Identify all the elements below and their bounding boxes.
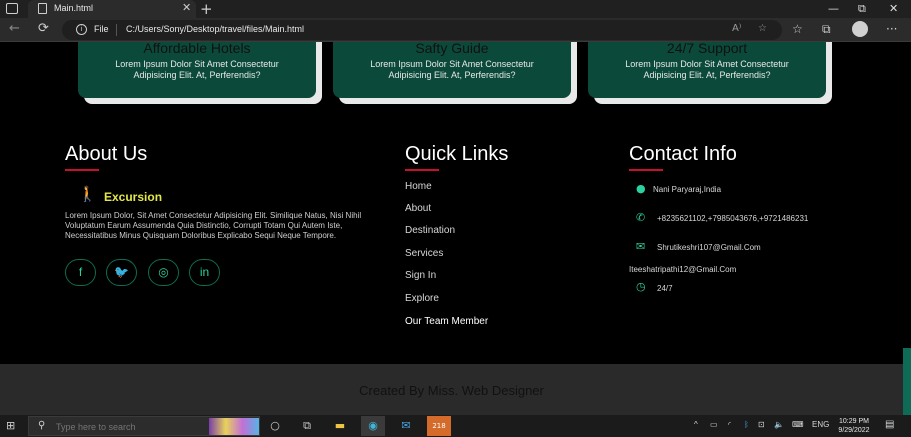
- card-text: Lorem Ipsum Dolor Sit Amet Consectetur A…: [625, 59, 789, 80]
- contact-email-1: Shrutikeshri107@Gmail.Com: [657, 243, 761, 252]
- quick-links-heading: Quick Links: [405, 143, 509, 165]
- back-button[interactable]: ←: [9, 21, 20, 37]
- tray-chevron-icon[interactable]: ^: [694, 420, 698, 429]
- card-text: Lorem Ipsum Dolor Sit Amet Consectetur A…: [370, 59, 534, 80]
- battery-icon[interactable]: ▭: [710, 420, 718, 429]
- email-icon: ✉: [636, 240, 646, 253]
- location-icon: ●: [636, 182, 646, 195]
- hiker-icon: 🚶: [78, 185, 97, 203]
- phone-icon: ✆: [636, 211, 646, 224]
- read-aloud-icon[interactable]: A⁾: [732, 23, 741, 34]
- new-tab-button[interactable]: +: [200, 0, 213, 18]
- contact-hours: 24/7: [657, 284, 673, 293]
- page-viewport: Affordable Hotels Lorem Ipsum Dolor Sit …: [0, 42, 911, 415]
- tab-main[interactable]: Main.html ✕: [28, 0, 196, 18]
- feature-card: Affordable Hotels Lorem Ipsum Dolor Sit …: [78, 42, 316, 98]
- clock-time: 10:29 PM: [839, 418, 869, 425]
- address-scheme: File: [94, 24, 109, 34]
- quick-links-underline: [405, 169, 439, 171]
- restore-button[interactable]: ⧉: [858, 1, 866, 17]
- facebook-icon[interactable]: f: [65, 259, 96, 286]
- more-menu-icon[interactable]: ···: [886, 21, 897, 37]
- about-text: Lorem Ipsum Dolor, Sit Amet Consectetur …: [65, 211, 362, 240]
- search-highlight-art: [209, 418, 259, 435]
- about-heading: About Us: [65, 143, 148, 165]
- card-title: Safty Guide: [415, 42, 489, 56]
- card-title: 24/7 Support: [666, 42, 748, 56]
- tab-close-button[interactable]: ✕: [182, 1, 191, 14]
- contact-email-2: Iteeshatripathi12@Gmail.Com: [629, 265, 737, 274]
- twitter-icon[interactable]: 🐦: [106, 259, 137, 286]
- collections-icon[interactable]: ⧉: [822, 21, 831, 37]
- linkedin-icon[interactable]: in: [189, 259, 220, 286]
- clock-date: 9/29/2022: [838, 427, 870, 434]
- address-url[interactable]: C:/Users/Sony/Desktop/travel/files/Main.…: [126, 24, 304, 34]
- start-windows-icon[interactable]: ⊞: [6, 420, 15, 432]
- browser-toolbar: ← ⟳ i File C:/Users/Sony/Desktop/travel/…: [0, 18, 911, 42]
- usb-icon[interactable]: ⊡: [758, 420, 765, 429]
- link-our-team-member[interactable]: Our Team Member: [405, 316, 488, 327]
- instagram-icon[interactable]: ◎: [148, 259, 179, 286]
- address-bar[interactable]: i File C:/Users/Sony/Desktop/travel/file…: [62, 20, 782, 40]
- bluetooth-icon[interactable]: ᛒ: [744, 420, 749, 429]
- card-text: Lorem Ipsum Dolor Sit Amet Consectetur A…: [115, 59, 279, 80]
- link-sign-in[interactable]: Sign In: [405, 270, 436, 281]
- notification-icon[interactable]: ▤: [885, 419, 894, 430]
- footer-credit: Created By Miss. Web Designer: [359, 383, 544, 398]
- tab-title: Main.html: [54, 3, 94, 13]
- refresh-button[interactable]: ⟳: [38, 21, 49, 37]
- link-explore[interactable]: Explore: [405, 293, 439, 304]
- mail-icon[interactable]: ✉: [394, 416, 418, 436]
- keyboard-icon[interactable]: ⌨: [792, 420, 804, 429]
- profile-avatar[interactable]: [852, 21, 868, 37]
- file-icon: [38, 3, 47, 14]
- contact-phone: +8235621102,+7985043676,+9721486231: [657, 214, 809, 223]
- edge-icon[interactable]: ◉: [361, 416, 385, 436]
- feature-card: 24/7 Support Lorem Ipsum Dolor Sit Amet …: [588, 42, 826, 98]
- tab-actions-icon[interactable]: [6, 3, 18, 14]
- add-favorite-icon[interactable]: ☆: [758, 23, 767, 34]
- contact-heading: Contact Info: [629, 143, 737, 165]
- feature-card: Safty Guide Lorem Ipsum Dolor Sit Amet C…: [333, 42, 571, 98]
- favorites-icon[interactable]: ☆: [792, 21, 803, 37]
- file-explorer-icon[interactable]: ▬: [328, 416, 352, 436]
- app-badge-icon[interactable]: 218: [427, 416, 451, 436]
- link-services[interactable]: Services: [405, 248, 443, 259]
- cortana-icon[interactable]: ○: [263, 416, 287, 436]
- minimize-button[interactable]: —: [828, 1, 839, 17]
- clock-icon: ◷: [636, 280, 646, 293]
- search-icon: ⚲: [38, 420, 46, 431]
- volume-icon[interactable]: 🔈: [774, 420, 784, 429]
- close-window-button[interactable]: ✕: [889, 1, 898, 17]
- language-indicator[interactable]: ENG: [812, 420, 829, 429]
- brand-name: Excursion: [104, 190, 163, 204]
- taskbar-search-input[interactable]: [56, 420, 226, 433]
- contact-underline: [629, 169, 663, 171]
- network-icon[interactable]: ◜: [728, 420, 731, 429]
- windows-taskbar: ⊞ ⚲ ○ ⧉ ▬ ◉ ✉ 218 ^ ▭ ◜ ᛒ ⊡ 🔈 ⌨ ENG 10:2…: [0, 415, 911, 437]
- card-title: Affordable Hotels: [143, 42, 251, 56]
- contact-address: Nani Paryaraj,India: [653, 185, 722, 194]
- about-underline: [65, 169, 99, 171]
- address-divider: [116, 24, 117, 36]
- task-view-icon[interactable]: ⧉: [295, 416, 319, 436]
- footer-credit-bar: Created By Miss. Web Designer: [0, 364, 903, 415]
- site-info-icon[interactable]: i: [76, 24, 87, 35]
- taskbar-clock[interactable]: 10:29 PM 9/29/2022: [828, 417, 880, 435]
- page-scrollbar-thumb[interactable]: [903, 348, 911, 415]
- link-home[interactable]: Home: [405, 181, 432, 192]
- taskbar-search[interactable]: ⚲: [28, 416, 260, 436]
- link-destination[interactable]: Destination: [405, 225, 455, 236]
- browser-tab-strip: Main.html ✕ + — ⧉ ✕: [0, 0, 911, 18]
- link-about[interactable]: About: [405, 203, 431, 214]
